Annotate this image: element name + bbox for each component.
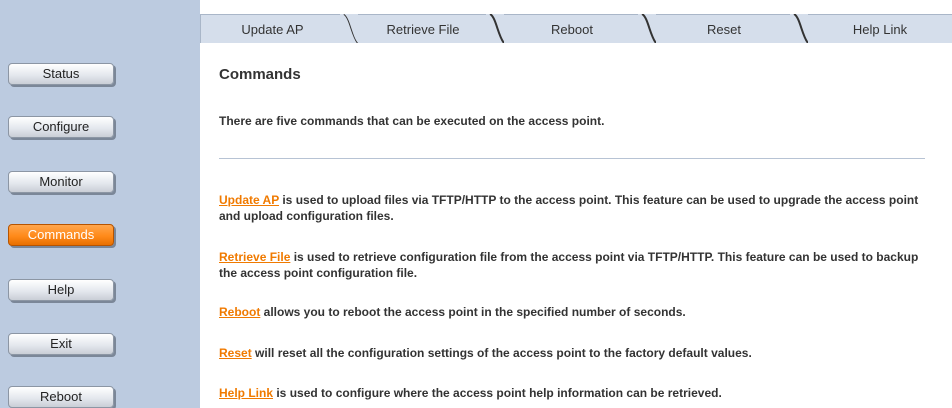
sidebar-nav: Status Configure Monitor Commands Help E… <box>0 0 200 408</box>
tab-retrieve-file[interactable]: Retrieve File <box>358 14 488 43</box>
command-description-text: is used to retrieve configuration file f… <box>219 250 919 280</box>
reset-link[interactable]: Reset <box>219 346 252 360</box>
tab-reboot[interactable]: Reboot <box>504 14 640 43</box>
command-description: Update AP is used to upload files via TF… <box>219 192 931 224</box>
tab-update-ap[interactable]: Update AP <box>200 14 344 43</box>
sidebar-item-monitor[interactable]: Monitor <box>8 171 114 193</box>
command-description: Help Link is used to configure where the… <box>219 385 931 401</box>
reboot-link[interactable]: Reboot <box>219 305 260 319</box>
command-description-text: is used to configure where the access po… <box>273 386 722 400</box>
page-title: Commands <box>219 66 301 83</box>
tab-reset[interactable]: Reset <box>656 14 792 43</box>
tab-divider-icon <box>486 14 504 43</box>
tab-divider-icon <box>340 14 358 43</box>
sidebar-item-status[interactable]: Status <box>8 63 114 85</box>
tab-help-link[interactable]: Help Link <box>808 14 952 43</box>
update-ap-link[interactable]: Update AP <box>219 193 279 207</box>
command-description: Retrieve File is used to retrieve config… <box>219 249 931 281</box>
sidebar-item-help[interactable]: Help <box>8 279 114 301</box>
help-link-link[interactable]: Help Link <box>219 386 273 400</box>
retrieve-file-link[interactable]: Retrieve File <box>219 250 290 264</box>
tab-divider-icon <box>638 14 656 43</box>
command-description-text: is used to upload files via TFTP/HTTP to… <box>219 193 919 223</box>
divider <box>219 158 925 159</box>
sidebar-item-configure[interactable]: Configure <box>8 116 114 138</box>
sidebar-item-exit[interactable]: Exit <box>8 333 114 355</box>
command-description: Reset will reset all the configuration s… <box>219 345 931 361</box>
command-description: Reboot allows you to reboot the access p… <box>219 304 931 320</box>
command-description-text: will reset all the configuration setting… <box>251 346 752 360</box>
sidebar-item-reboot[interactable]: Reboot <box>8 386 114 408</box>
command-tab-bar: Update AP Retrieve File Reboot Reset Hel… <box>200 0 952 43</box>
command-description-text: allows you to reboot the access point in… <box>260 305 686 319</box>
intro-text: There are five commands that can be exec… <box>219 114 605 128</box>
tab-divider-icon <box>790 14 808 43</box>
sidebar-item-commands[interactable]: Commands <box>8 224 114 246</box>
